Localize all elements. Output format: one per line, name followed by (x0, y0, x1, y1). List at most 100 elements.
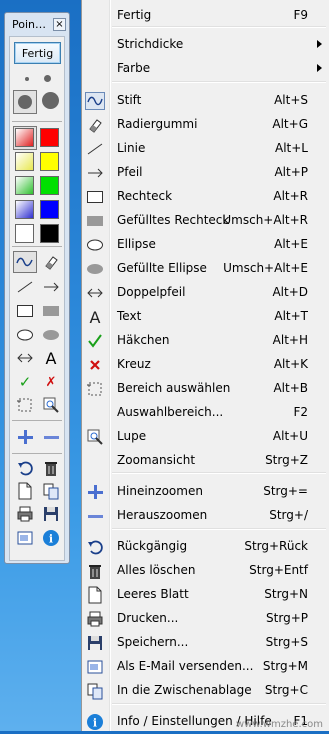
menu-item-label: Pfeil (117, 165, 143, 179)
ellipse-icon[interactable] (15, 325, 35, 345)
menu-item-shortcut: Alt+H (272, 333, 308, 347)
color-swatch-red[interactable] (40, 128, 59, 147)
menu-item-alles-löschen[interactable]: Alles löschen Strg+Entf (82, 559, 328, 583)
email-icon[interactable] (15, 528, 35, 548)
double-arrow-icon[interactable] (15, 348, 35, 368)
save-icon[interactable] (41, 504, 61, 524)
filled-rectangle-icon (85, 211, 105, 231)
zoom-out-icon[interactable] (41, 427, 61, 447)
pen-tool-selected[interactable] (13, 251, 37, 273)
menu-item-label: Leeres Blatt (117, 587, 189, 601)
menu-item-gefülltes-rechteck[interactable]: Gefülltes Rechteck Umsch+Alt+R (82, 209, 328, 233)
menu-item-farbe[interactable]: Farbe (82, 57, 328, 81)
color-swatch-yellow-light[interactable] (15, 152, 34, 171)
eraser-icon[interactable] (41, 252, 61, 272)
filled-ellipse-icon (85, 259, 105, 279)
menu-item-shortcut: F2 (293, 405, 308, 419)
menu-item-label: Fertig (117, 8, 152, 22)
menu-item-shortcut: Strg+S (265, 635, 308, 649)
menu-item-kreuz[interactable]: Kreuz Alt+K (82, 353, 328, 377)
trash-icon[interactable] (41, 458, 61, 478)
menu-item-rückgängig[interactable]: Rückgängig Strg+Rück (82, 535, 328, 559)
color-swatch-green-light[interactable] (15, 176, 34, 195)
palette-title: Poin… (12, 17, 46, 31)
menu-item-ellipse[interactable]: Ellipse Alt+E (82, 233, 328, 257)
info-icon[interactable]: i (41, 528, 61, 548)
stroke-medium-dot[interactable] (44, 75, 51, 82)
cross-icon[interactable]: ✗ (41, 372, 61, 392)
menu-item-label: Alles löschen (117, 563, 196, 577)
stroke-large-selected[interactable] (13, 90, 37, 114)
context-menu: Fertig F9 Strichdicke Farbe Stift Alt+S Radier… (81, 0, 329, 731)
menu-item-zoomansicht[interactable]: Zoomansicht Strg+Z (82, 449, 328, 473)
done-button[interactable]: Fertig (14, 42, 61, 64)
menu-item-herauszoomen[interactable]: Herauszoomen Strg+/ (82, 504, 328, 528)
pen-icon (85, 91, 105, 111)
cross-icon (85, 355, 105, 375)
menu-item-fertig[interactable]: Fertig F9 (82, 4, 328, 28)
menu-item-label: Radiergummi (117, 117, 198, 131)
color-swatch-blue-light[interactable] (15, 200, 34, 219)
stroke-small-dot[interactable] (25, 77, 29, 81)
menu-item-label: Farbe (117, 61, 151, 75)
menu-item-text[interactable]: A Text Alt+T (82, 305, 328, 329)
filled-ellipse-icon[interactable] (41, 325, 61, 345)
menu-item-shortcut: Strg+C (264, 683, 308, 697)
menu-item-linie[interactable]: Linie Alt+L (82, 137, 328, 161)
new-page-icon[interactable] (15, 481, 35, 501)
magnifier-icon[interactable] (41, 395, 61, 415)
text-icon[interactable]: A (41, 348, 61, 368)
menu-item-hineinzoomen[interactable]: Hineinzoomen Strg+= (82, 480, 328, 504)
menu-item-speichern[interactable]: Speichern... Strg+S (82, 631, 328, 655)
save-icon (85, 633, 105, 653)
menu-separator (112, 81, 326, 83)
menu-item-label: Als E-Mail versenden... (117, 659, 254, 673)
menu-item-shortcut: Alt+R (273, 189, 308, 203)
arrow-icon[interactable] (41, 277, 61, 297)
copy-clipboard-icon[interactable] (41, 481, 61, 501)
menu-item-shortcut: Alt+D (272, 285, 308, 299)
menu-item-drucken[interactable]: Drucken... Strg+P (82, 607, 328, 631)
menu-item-als-e-mail-versenden[interactable]: Als E-Mail versenden... Strg+M (82, 655, 328, 679)
line-icon[interactable] (15, 277, 35, 297)
menu-item-label: In die Zwischenablage (117, 683, 252, 697)
menu-separator (112, 472, 326, 474)
menu-item-bereich-auswählen[interactable]: Bereich auswählen Alt+B (82, 377, 328, 401)
svg-text:A: A (90, 308, 101, 326)
menu-separator (112, 703, 326, 705)
zoom-in-icon[interactable] (15, 427, 35, 447)
menu-item-radiergummi[interactable]: Radiergummi Alt+G (82, 113, 328, 137)
menu-item-auswahlbereich[interactable]: Auswahlbereich... F2 (82, 401, 328, 425)
color-swatch-yellow[interactable] (40, 152, 59, 171)
palette-close-button[interactable]: × (53, 17, 66, 31)
menu-item-häkchen[interactable]: Häkchen Alt+H (82, 329, 328, 353)
menu-item-in-die-zwischenablage[interactable]: In die Zwischenablage Strg+C (82, 679, 328, 703)
filled-rectangle-icon[interactable] (41, 301, 61, 321)
rectangle-icon[interactable] (15, 301, 35, 321)
menu-item-gefüllte-ellipse[interactable]: Gefüllte Ellipse Umsch+Alt+E (82, 257, 328, 281)
print-icon[interactable] (15, 504, 35, 524)
color-swatch-white[interactable] (15, 224, 34, 243)
menu-item-lupe[interactable]: Lupe Alt+U (82, 425, 328, 449)
menu-item-rechteck[interactable]: Rechteck Alt+R (82, 185, 328, 209)
stroke-xlarge-dot[interactable] (42, 92, 59, 109)
menu-item-shortcut: Umsch+Alt+E (223, 261, 308, 275)
menu-item-shortcut: Alt+U (272, 429, 308, 443)
menu-item-doppelpfeil[interactable]: Doppelpfeil Alt+D (82, 281, 328, 305)
color-swatch-red-light[interactable] (15, 128, 34, 147)
menu-item-shortcut: F9 (293, 8, 308, 22)
menu-item-pfeil[interactable]: Pfeil Alt+P (82, 161, 328, 185)
color-swatch-black[interactable] (40, 224, 59, 243)
palette-titlebar[interactable]: Poin… × (8, 15, 66, 33)
menu-item-leeres-blatt[interactable]: Leeres Blatt Strg+N (82, 583, 328, 607)
arrow-icon (85, 163, 105, 183)
menu-item-stift[interactable]: Stift Alt+S (82, 89, 328, 113)
color-swatch-green[interactable] (40, 176, 59, 195)
undo-icon[interactable] (15, 458, 35, 478)
select-area-icon[interactable] (15, 395, 35, 415)
menu-item-label: Auswahlbereich... (117, 405, 224, 419)
menu-item-shortcut: Strg+Rück (244, 539, 308, 553)
color-swatch-blue[interactable] (40, 200, 59, 219)
menu-item-strichdicke[interactable]: Strichdicke (82, 33, 328, 57)
checkmark-icon[interactable]: ✓ (15, 372, 35, 392)
